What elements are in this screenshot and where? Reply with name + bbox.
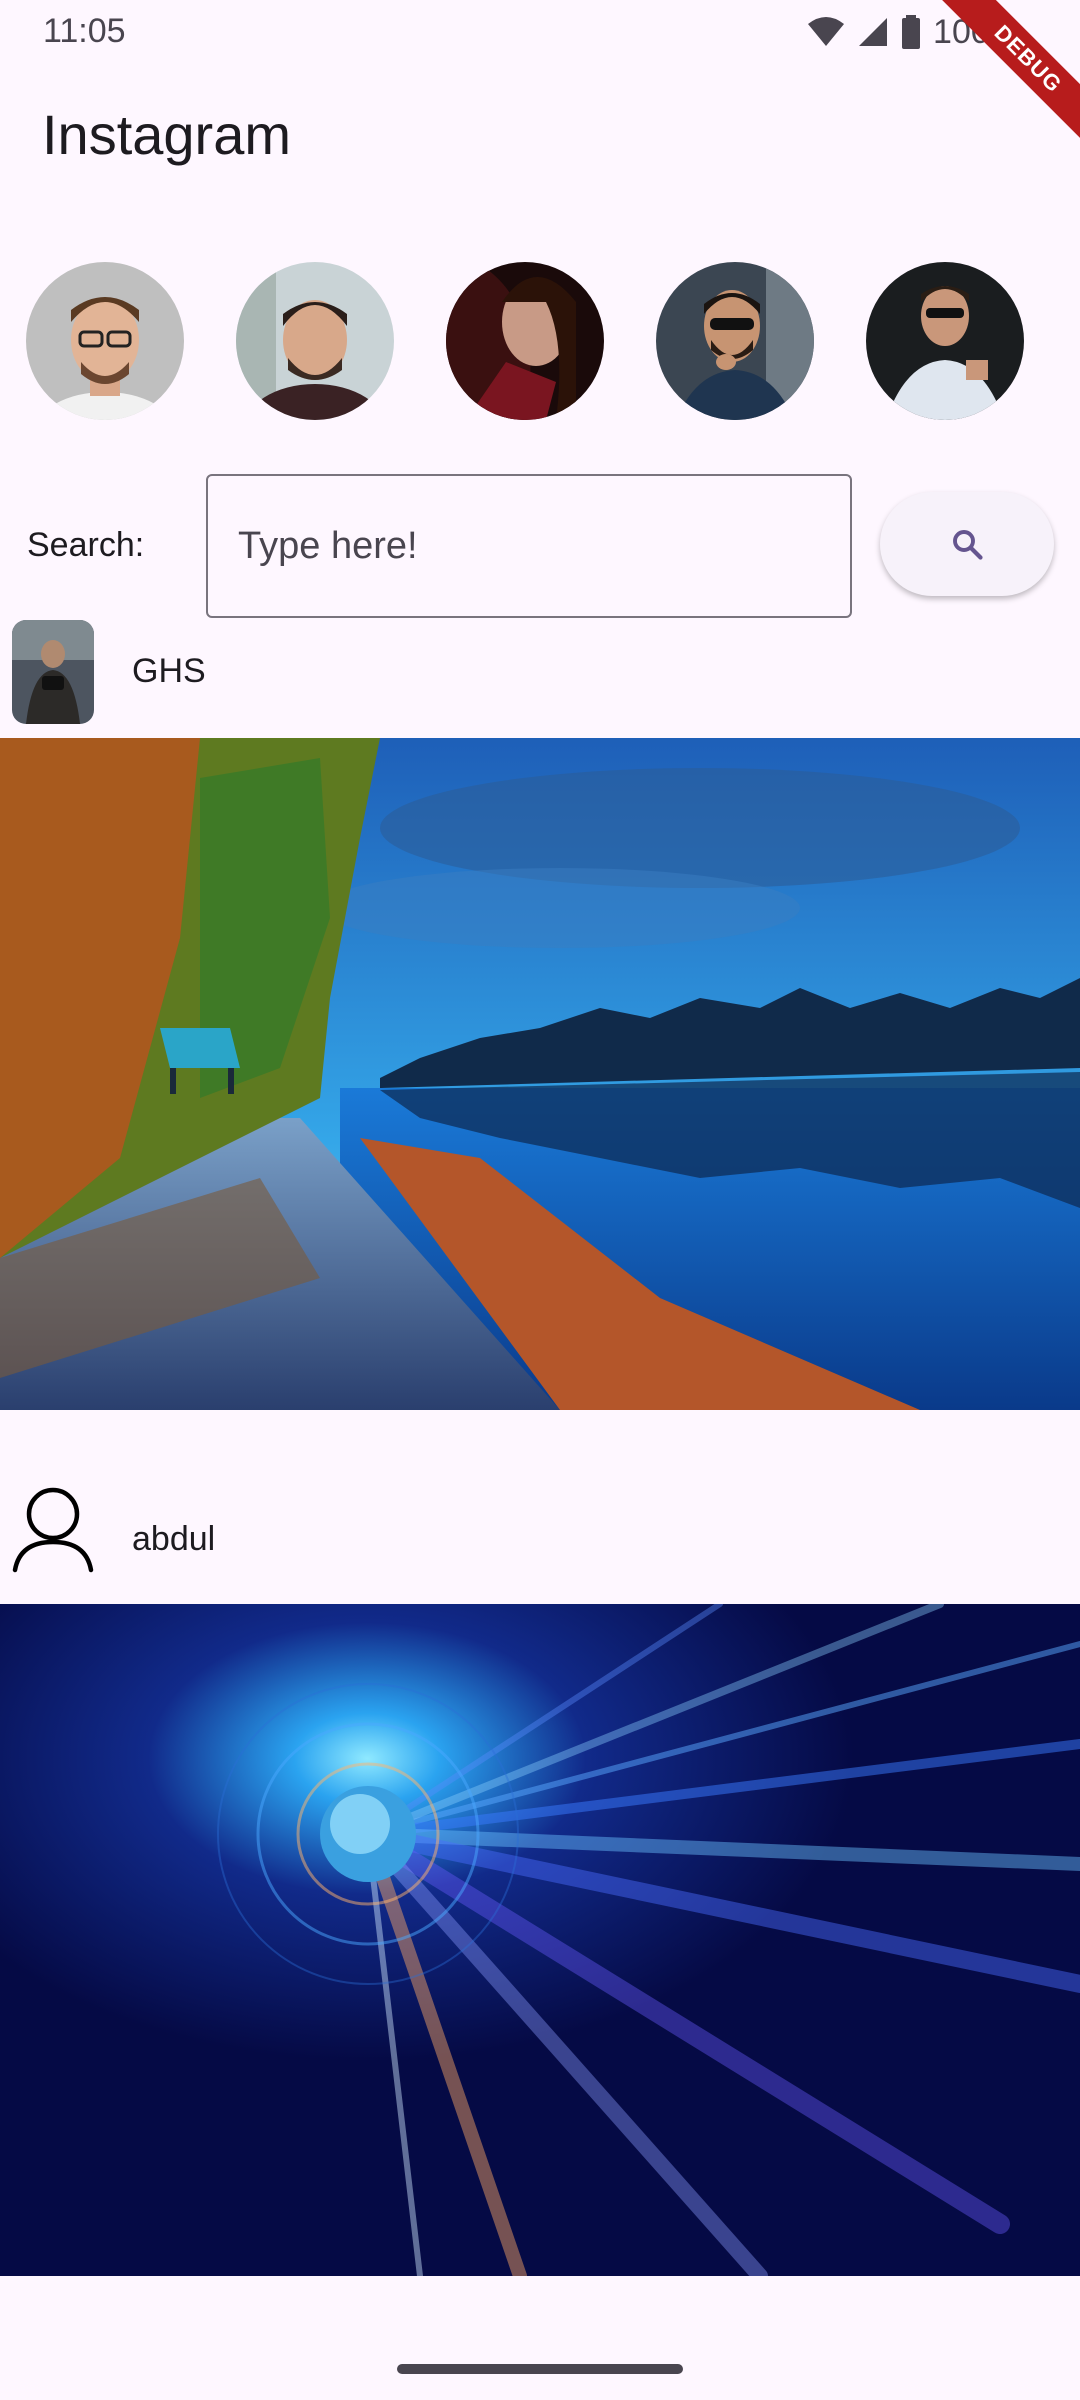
- story-avatar-1[interactable]: [26, 262, 184, 420]
- post-avatar[interactable]: [12, 620, 94, 724]
- post-image[interactable]: [0, 738, 1080, 1410]
- search-icon: [953, 530, 983, 560]
- gesture-navigation-bar[interactable]: [397, 2364, 683, 2374]
- app-title: Instagram: [42, 103, 291, 166]
- story-avatar-5[interactable]: [866, 262, 1024, 420]
- post-username: GHS: [132, 652, 206, 690]
- wifi-icon: [808, 17, 845, 46]
- story-avatar-2[interactable]: [236, 262, 394, 420]
- status-time: 11:05: [43, 12, 126, 50]
- story-avatar-3[interactable]: [446, 262, 604, 420]
- post-image[interactable]: [0, 1604, 1080, 2276]
- person-outline-icon[interactable]: [12, 1480, 94, 1584]
- search-input[interactable]: [206, 474, 852, 618]
- debug-banner: DEBUG: [920, 0, 1080, 160]
- story-avatar-4[interactable]: [656, 262, 814, 420]
- debug-banner-label: DEBUG: [922, 0, 1080, 160]
- battery-icon: [902, 15, 921, 49]
- search-button[interactable]: [880, 492, 1054, 596]
- search-label: Search:: [27, 526, 145, 564]
- post-header: abdul: [0, 1480, 1080, 1590]
- post-username: abdul: [132, 1520, 216, 1558]
- signal-icon: [859, 18, 888, 46]
- post-header: GHS: [0, 618, 1080, 728]
